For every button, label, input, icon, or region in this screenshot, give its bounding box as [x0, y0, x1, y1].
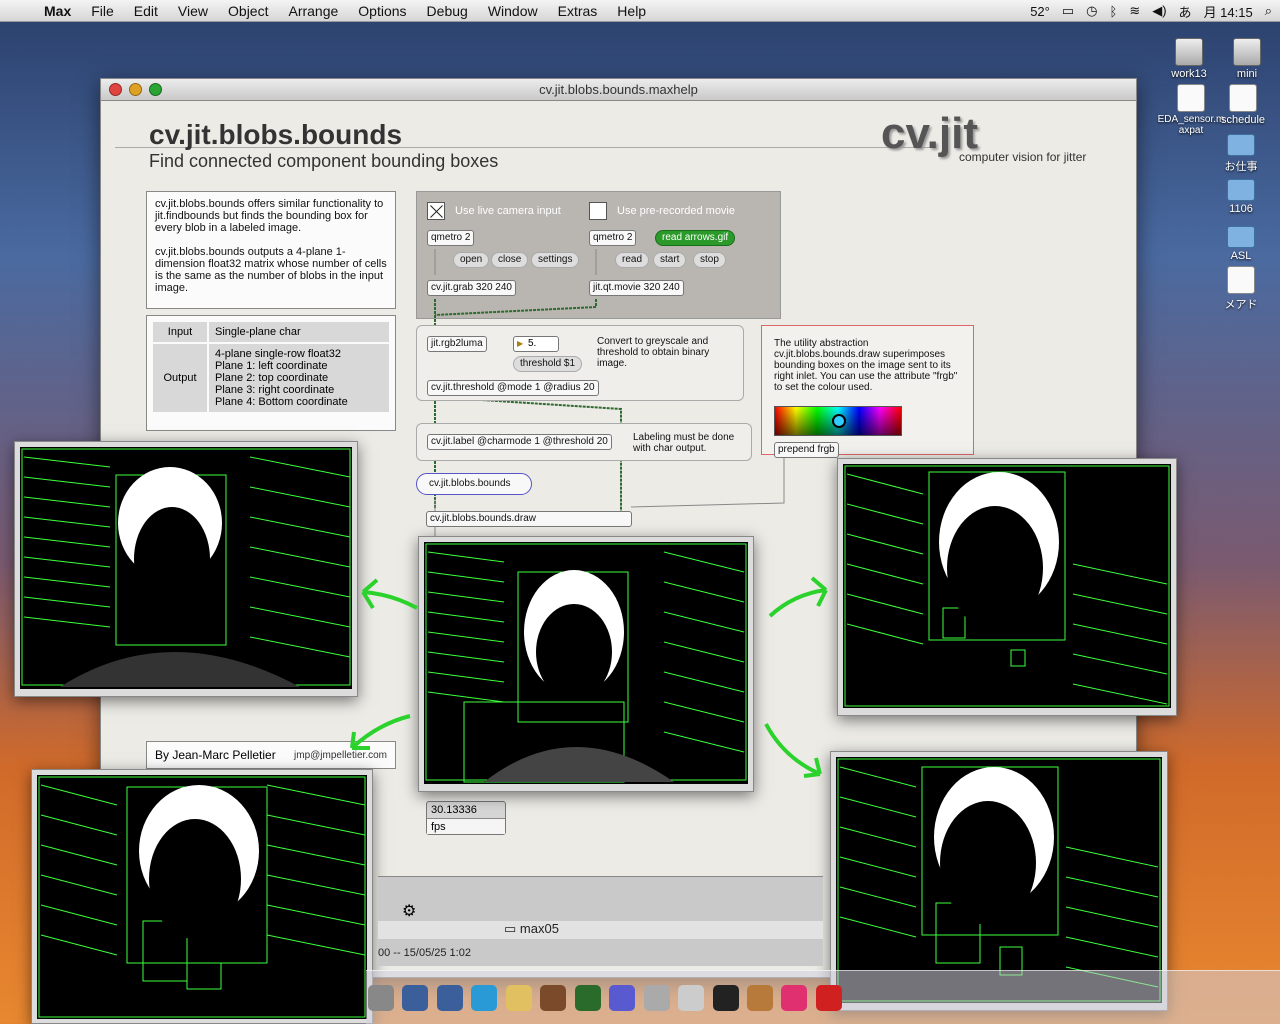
menu-file[interactable]: File	[81, 0, 124, 22]
folder-icon	[1227, 226, 1255, 248]
dock-app-icon[interactable]	[540, 985, 567, 1011]
desktop-icon-meado[interactable]: メアド	[1206, 266, 1276, 312]
disk-icon	[1175, 38, 1203, 66]
finder-status: 00 -- 15/05/25 1:02	[378, 947, 471, 959]
menu-help[interactable]: Help	[607, 0, 656, 22]
menu-options[interactable]: Options	[348, 0, 416, 22]
dock-app-icon[interactable]	[436, 985, 463, 1011]
arrow-left-icon	[361, 578, 418, 610]
folder-icon	[1227, 179, 1255, 201]
color-picker[interactable]	[774, 406, 902, 436]
video-left-image	[20, 447, 352, 689]
threshold-note: Convert to greyscale and threshold to ob…	[597, 336, 710, 369]
display-icon[interactable]: ▭	[1062, 3, 1074, 19]
bluetooth-icon[interactable]: ᛒ	[1110, 4, 1118, 19]
video-window-left[interactable]	[14, 441, 358, 697]
dock-app-icon[interactable]	[505, 985, 532, 1011]
label-note: Labeling must be done with char output.	[633, 432, 735, 454]
volume-icon[interactable]: ◀)	[1152, 3, 1166, 19]
document-icon	[1227, 266, 1255, 294]
video-right-bottom-image	[836, 757, 1162, 1003]
dock-app-icon[interactable]	[471, 985, 498, 1011]
desktop-icon-asl[interactable]: ASL	[1206, 222, 1276, 262]
fps-value: 30.13336	[431, 804, 477, 816]
spotlight-icon[interactable]: ⌕	[1265, 3, 1272, 19]
time-machine-icon[interactable]: ◷	[1086, 3, 1097, 19]
dock-app-icon[interactable]	[781, 985, 808, 1011]
menubar: Max File Edit View Object Arrange Option…	[0, 0, 1280, 22]
bounds-draw-object[interactable]: cv.jit.blobs.bounds.draw	[426, 511, 632, 527]
threshold-panel: jit.rgb2luma 5. threshold $1 Convert to …	[416, 325, 744, 401]
dock-app-icon[interactable]	[746, 985, 773, 1011]
finder-window: ⚙ ▭ max05 00 -- 15/05/25 1:02	[378, 876, 823, 966]
arrow-right-top-icon	[768, 576, 828, 618]
disk-icon	[1233, 38, 1261, 66]
label-panel: cv.jit.label @charmode 1 @threshold 20 L…	[416, 423, 752, 461]
dock-app-icon[interactable]	[815, 985, 842, 1011]
label-object[interactable]: cv.jit.label @charmode 1 @threshold 20	[427, 434, 612, 450]
menu-arrange[interactable]: Arrange	[278, 0, 348, 22]
temperature-status[interactable]: 52°	[1030, 4, 1050, 19]
arrow-right-bottom-icon	[764, 723, 822, 778]
dock-app-icon[interactable]	[609, 985, 636, 1011]
video-right-top-image	[843, 464, 1171, 708]
utility-note: The utility abstraction cv.jit.blobs.bou…	[774, 338, 958, 393]
finder-path-bar[interactable]: ▭ max05	[378, 921, 823, 939]
input-method-icon[interactable]: あ	[1179, 2, 1192, 21]
dock-app-icon[interactable]	[678, 985, 705, 1011]
fps-display: 30.13336 fps	[426, 801, 506, 835]
menubar-clock[interactable]: 月 14:15	[1204, 2, 1253, 21]
menu-window[interactable]: Window	[478, 0, 548, 22]
utility-note-panel: The utility abstraction cv.jit.blobs.bou…	[761, 325, 974, 458]
fps-label: fps	[427, 818, 505, 834]
threshold-object[interactable]: cv.jit.threshold @mode 1 @radius 20	[427, 380, 599, 396]
dock-app-icon[interactable]	[368, 985, 394, 1011]
prepend-frgb-object[interactable]: prepend frgb	[774, 442, 839, 458]
dock-app-icon[interactable]	[402, 985, 429, 1011]
desktop-icon-mini[interactable]: mini	[1212, 38, 1280, 80]
video-window-center[interactable]	[418, 536, 754, 792]
desktop-icon-oshigoto[interactable]: お仕事	[1206, 130, 1276, 174]
video-center-image	[424, 542, 748, 784]
desktop-icon-1106[interactable]: 1106	[1206, 175, 1276, 215]
video-window-left-bottom[interactable]	[31, 769, 373, 1024]
wifi-icon[interactable]: ≋	[1129, 3, 1140, 19]
blobs-bounds-object[interactable]: cv.jit.blobs.bounds	[416, 473, 532, 495]
arrow-left-bottom-icon	[350, 714, 411, 750]
threshold-number-box[interactable]: 5.	[513, 336, 559, 352]
dock	[366, 970, 1280, 1024]
desktop-icon-schedule[interactable]: schedule	[1208, 84, 1278, 126]
video-left-bottom-image	[37, 775, 367, 1019]
color-picker-knob[interactable]	[832, 414, 846, 428]
rgb2luma-object[interactable]: jit.rgb2luma	[427, 336, 487, 352]
document-icon	[1229, 84, 1257, 112]
folder-icon: ▭	[504, 921, 520, 936]
video-window-right-top[interactable]	[837, 458, 1177, 716]
document-icon	[1177, 84, 1205, 112]
folder-icon	[1227, 134, 1255, 156]
dock-app-icon[interactable]	[643, 985, 670, 1011]
menu-extras[interactable]: Extras	[548, 0, 608, 22]
finder-gear-icon[interactable]: ⚙	[402, 901, 416, 921]
threshold-message[interactable]: threshold $1	[513, 356, 583, 372]
menu-object[interactable]: Object	[218, 0, 278, 22]
dock-app-icon[interactable]	[574, 985, 601, 1011]
menu-debug[interactable]: Debug	[417, 0, 478, 22]
menu-app[interactable]: Max	[34, 0, 81, 22]
finder-folder-name: max05	[519, 921, 559, 936]
menu-edit[interactable]: Edit	[124, 0, 168, 22]
dock-app-icon[interactable]	[712, 985, 739, 1011]
menu-view[interactable]: View	[168, 0, 218, 22]
